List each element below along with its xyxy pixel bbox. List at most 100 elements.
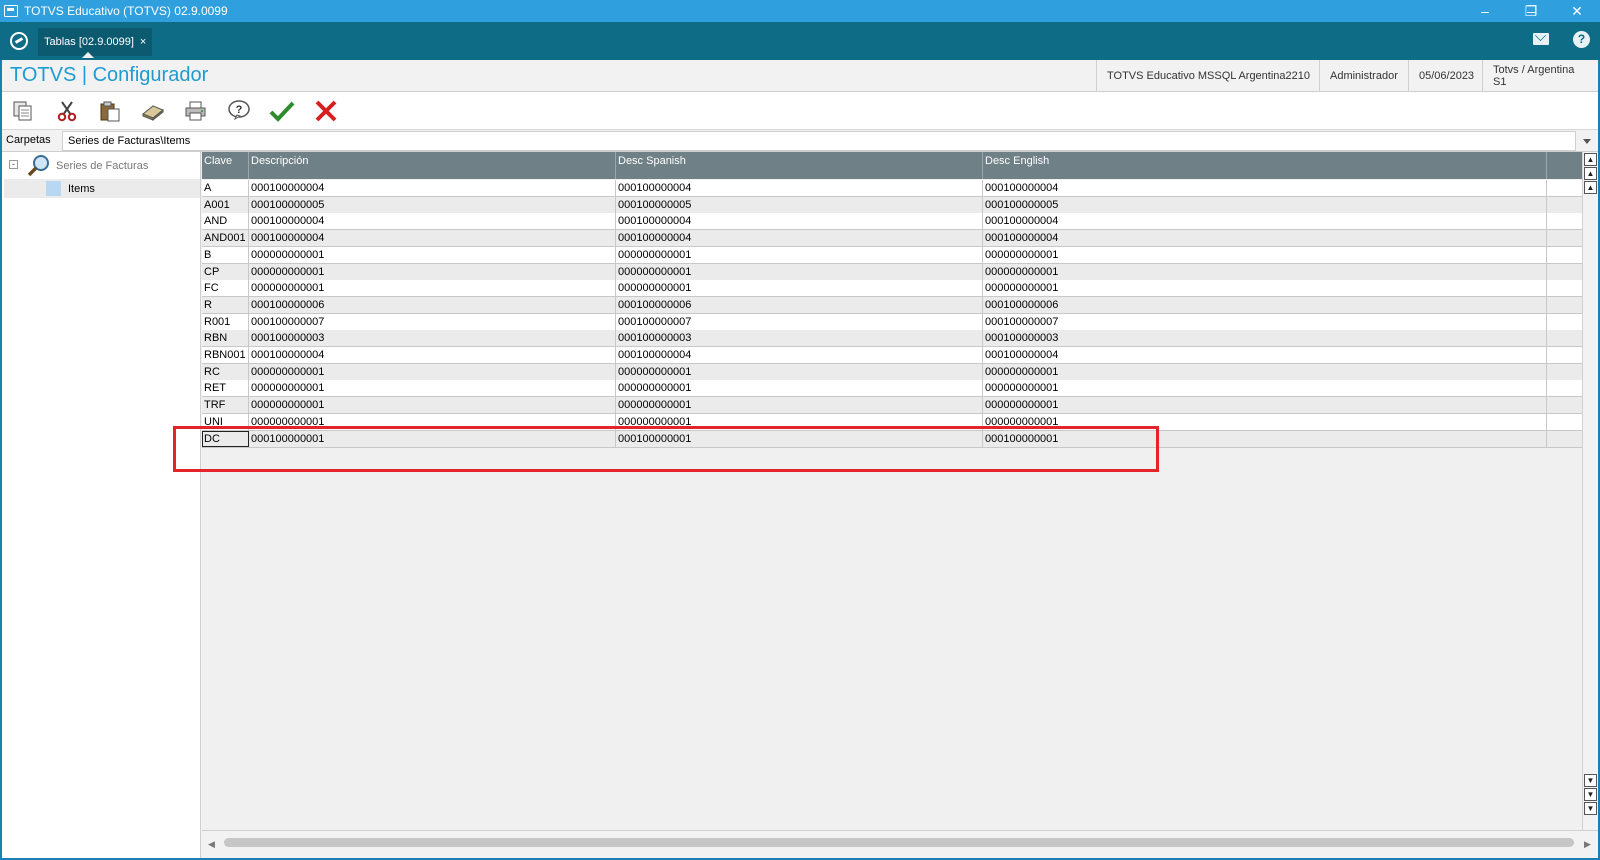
table-cell[interactable]: 000000000001 bbox=[249, 246, 616, 263]
table-cell[interactable]: TRF bbox=[202, 397, 249, 414]
table-cell[interactable]: FC bbox=[202, 280, 249, 297]
table-cell[interactable]: B bbox=[202, 246, 249, 263]
tab-close-icon[interactable]: × bbox=[140, 36, 146, 48]
table-cell[interactable]: 000100000004 bbox=[616, 180, 983, 196]
table-cell[interactable]: R001 bbox=[202, 313, 249, 330]
cut-icon[interactable] bbox=[54, 98, 80, 124]
table-cell[interactable]: 000100000004 bbox=[249, 213, 616, 230]
table-cell[interactable]: 000100000003 bbox=[249, 330, 616, 347]
table-cell[interactable]: 000000000001 bbox=[616, 263, 983, 280]
scroll-left-icon[interactable]: ◀ bbox=[208, 839, 215, 850]
tree-collapse-icon[interactable]: - bbox=[9, 160, 18, 169]
horizontal-scrollbar[interactable]: ◀ ▶ bbox=[202, 830, 1598, 858]
table-cell[interactable]: 000100000006 bbox=[249, 296, 616, 313]
table-cell[interactable]: 000100000005 bbox=[983, 196, 1547, 213]
table-cell[interactable]: 000100000006 bbox=[983, 296, 1547, 313]
table-cell[interactable]: CP bbox=[202, 263, 249, 280]
table-cell[interactable]: 000100000004 bbox=[249, 180, 616, 196]
horizontal-scroll-thumb[interactable] bbox=[224, 838, 1574, 847]
table-row[interactable]: R001 000100000007 000100000007 000100000007 bbox=[202, 313, 1582, 331]
table-cell[interactable]: 000100000004 bbox=[616, 230, 983, 247]
minimize-window-button[interactable]: – bbox=[1462, 0, 1508, 22]
table-row[interactable]: B 000000000001 000000000001 000000000001 bbox=[202, 246, 1582, 264]
table-cell[interactable]: 000100000004 bbox=[249, 230, 616, 247]
table-row[interactable]: FC 000000000001 000000000001 000000000001 bbox=[202, 280, 1582, 298]
table-cell[interactable]: 000100000004 bbox=[983, 213, 1547, 230]
table-cell[interactable]: 000000000001 bbox=[249, 280, 616, 297]
table-cell[interactable]: 000100000001 bbox=[616, 430, 983, 447]
table-cell[interactable]: 000000000001 bbox=[983, 397, 1547, 414]
table-row[interactable]: RBN 000100000003 000100000003 000100000003 bbox=[202, 330, 1582, 348]
help-circle-icon[interactable]: ? bbox=[1573, 31, 1590, 48]
table-cell[interactable]: 000100000004 bbox=[249, 347, 616, 363]
table-cell[interactable]: 000100000004 bbox=[616, 347, 983, 363]
table-cell[interactable]: 000000000001 bbox=[983, 263, 1547, 280]
table-cell[interactable]: 000100000005 bbox=[249, 196, 616, 213]
scroll-page-up-icon[interactable]: ▲ bbox=[1584, 167, 1597, 180]
table-cell[interactable]: AND bbox=[202, 213, 249, 230]
eraser-icon[interactable] bbox=[140, 98, 166, 124]
table-row[interactable]: CP 000000000001 000000000001 000000000001 bbox=[202, 263, 1582, 281]
copy-icon[interactable] bbox=[10, 98, 36, 124]
table-row[interactable]: RBN001 000100000004 000100000004 0001000000… bbox=[202, 347, 1582, 364]
column-desc-english-header[interactable]: Desc English bbox=[983, 152, 1547, 179]
table-cell[interactable]: 000000000001 bbox=[616, 246, 983, 263]
table-cell[interactable]: 000000000001 bbox=[983, 246, 1547, 263]
table-cell[interactable]: 000100000004 bbox=[983, 230, 1547, 247]
tree-root-label[interactable]: Series de Facturas bbox=[56, 160, 148, 172]
table-cell[interactable]: 000100000007 bbox=[616, 313, 983, 330]
table-cell[interactable]: 000000000001 bbox=[983, 280, 1547, 297]
table-cell[interactable]: 000000000001 bbox=[983, 413, 1547, 430]
confirm-icon[interactable] bbox=[269, 98, 295, 124]
table-row[interactable]: A 000100000004 000100000004 000100000004 bbox=[202, 180, 1582, 197]
table-cell[interactable]: 000100000001 bbox=[249, 430, 616, 447]
vertical-scrollbar[interactable]: ▲ ▲ ▲ ▼ ▼ ▼ bbox=[1582, 152, 1598, 830]
table-cell[interactable]: UNI bbox=[202, 413, 249, 430]
paste-icon[interactable] bbox=[97, 98, 123, 124]
table-cell[interactable]: 000000000001 bbox=[249, 380, 616, 397]
table-row[interactable]: UNI 000000000001 000000000001 000000000001 bbox=[202, 413, 1582, 431]
table-row[interactable]: DC 000100000001 000100000001 000100000001 bbox=[202, 430, 1582, 448]
scroll-page-down-icon[interactable]: ▼ bbox=[1584, 788, 1597, 801]
folder-path-field[interactable]: Series de Facturas\Items bbox=[62, 131, 1576, 151]
table-row[interactable]: AND001 000100000004 000100000004 0001000000… bbox=[202, 230, 1582, 248]
table-cell[interactable]: 000000000001 bbox=[983, 363, 1547, 380]
table-cell[interactable]: 000000000001 bbox=[983, 380, 1547, 397]
table-cell[interactable]: 000000000001 bbox=[616, 413, 983, 430]
table-cell[interactable]: 000100000001 bbox=[983, 430, 1547, 447]
table-cell[interactable]: 000100000004 bbox=[616, 213, 983, 230]
column-descripcion-header[interactable]: Descripción bbox=[249, 152, 616, 179]
column-desc-spanish-header[interactable]: Desc Spanish bbox=[616, 152, 983, 179]
table-cell[interactable]: 000000000001 bbox=[249, 363, 616, 380]
table-cell[interactable]: 000100000007 bbox=[983, 313, 1547, 330]
table-cell[interactable]: 000000000001 bbox=[249, 263, 616, 280]
table-cell[interactable]: 000100000005 bbox=[616, 196, 983, 213]
table-cell[interactable]: A001 bbox=[202, 196, 249, 213]
table-cell[interactable]: RC bbox=[202, 363, 249, 380]
table-row[interactable]: A001 000100000005 000100000005 000100000005 bbox=[202, 196, 1582, 214]
column-clave-header[interactable]: Clave bbox=[202, 152, 249, 179]
close-window-button[interactable]: ✕ bbox=[1554, 0, 1600, 22]
table-cell[interactable]: 000100000006 bbox=[616, 296, 983, 313]
table-cell[interactable]: 000000000001 bbox=[249, 413, 616, 430]
table-cell[interactable]: 000000000001 bbox=[249, 397, 616, 414]
table-cell[interactable]: DC bbox=[202, 430, 249, 447]
table-cell[interactable]: RET bbox=[202, 380, 249, 397]
scroll-up-icon[interactable]: ▲ bbox=[1584, 181, 1597, 194]
table-row[interactable]: RET 000000000001 000000000001 000000000001 bbox=[202, 380, 1582, 398]
table-row[interactable]: R 000100000006 000100000006 000100000006 bbox=[202, 296, 1582, 314]
table-cell[interactable]: 000100000004 bbox=[983, 180, 1547, 196]
tree-item-items[interactable] bbox=[4, 179, 200, 198]
table-cell[interactable]: 000000000001 bbox=[616, 397, 983, 414]
table-cell[interactable]: 000000000001 bbox=[616, 380, 983, 397]
table-cell[interactable]: RBN bbox=[202, 330, 249, 347]
print-icon[interactable] bbox=[183, 98, 209, 124]
help-icon[interactable]: ? bbox=[226, 98, 252, 124]
table-cell[interactable]: 000100000004 bbox=[983, 347, 1547, 363]
table-cell[interactable]: R bbox=[202, 296, 249, 313]
scroll-right-icon[interactable]: ▶ bbox=[1584, 839, 1591, 850]
table-cell[interactable]: AND001 bbox=[202, 230, 249, 247]
table-cell[interactable]: 000100000007 bbox=[249, 313, 616, 330]
table-cell[interactable]: A bbox=[202, 180, 249, 196]
scroll-down-icon[interactable]: ▼ bbox=[1584, 774, 1597, 787]
